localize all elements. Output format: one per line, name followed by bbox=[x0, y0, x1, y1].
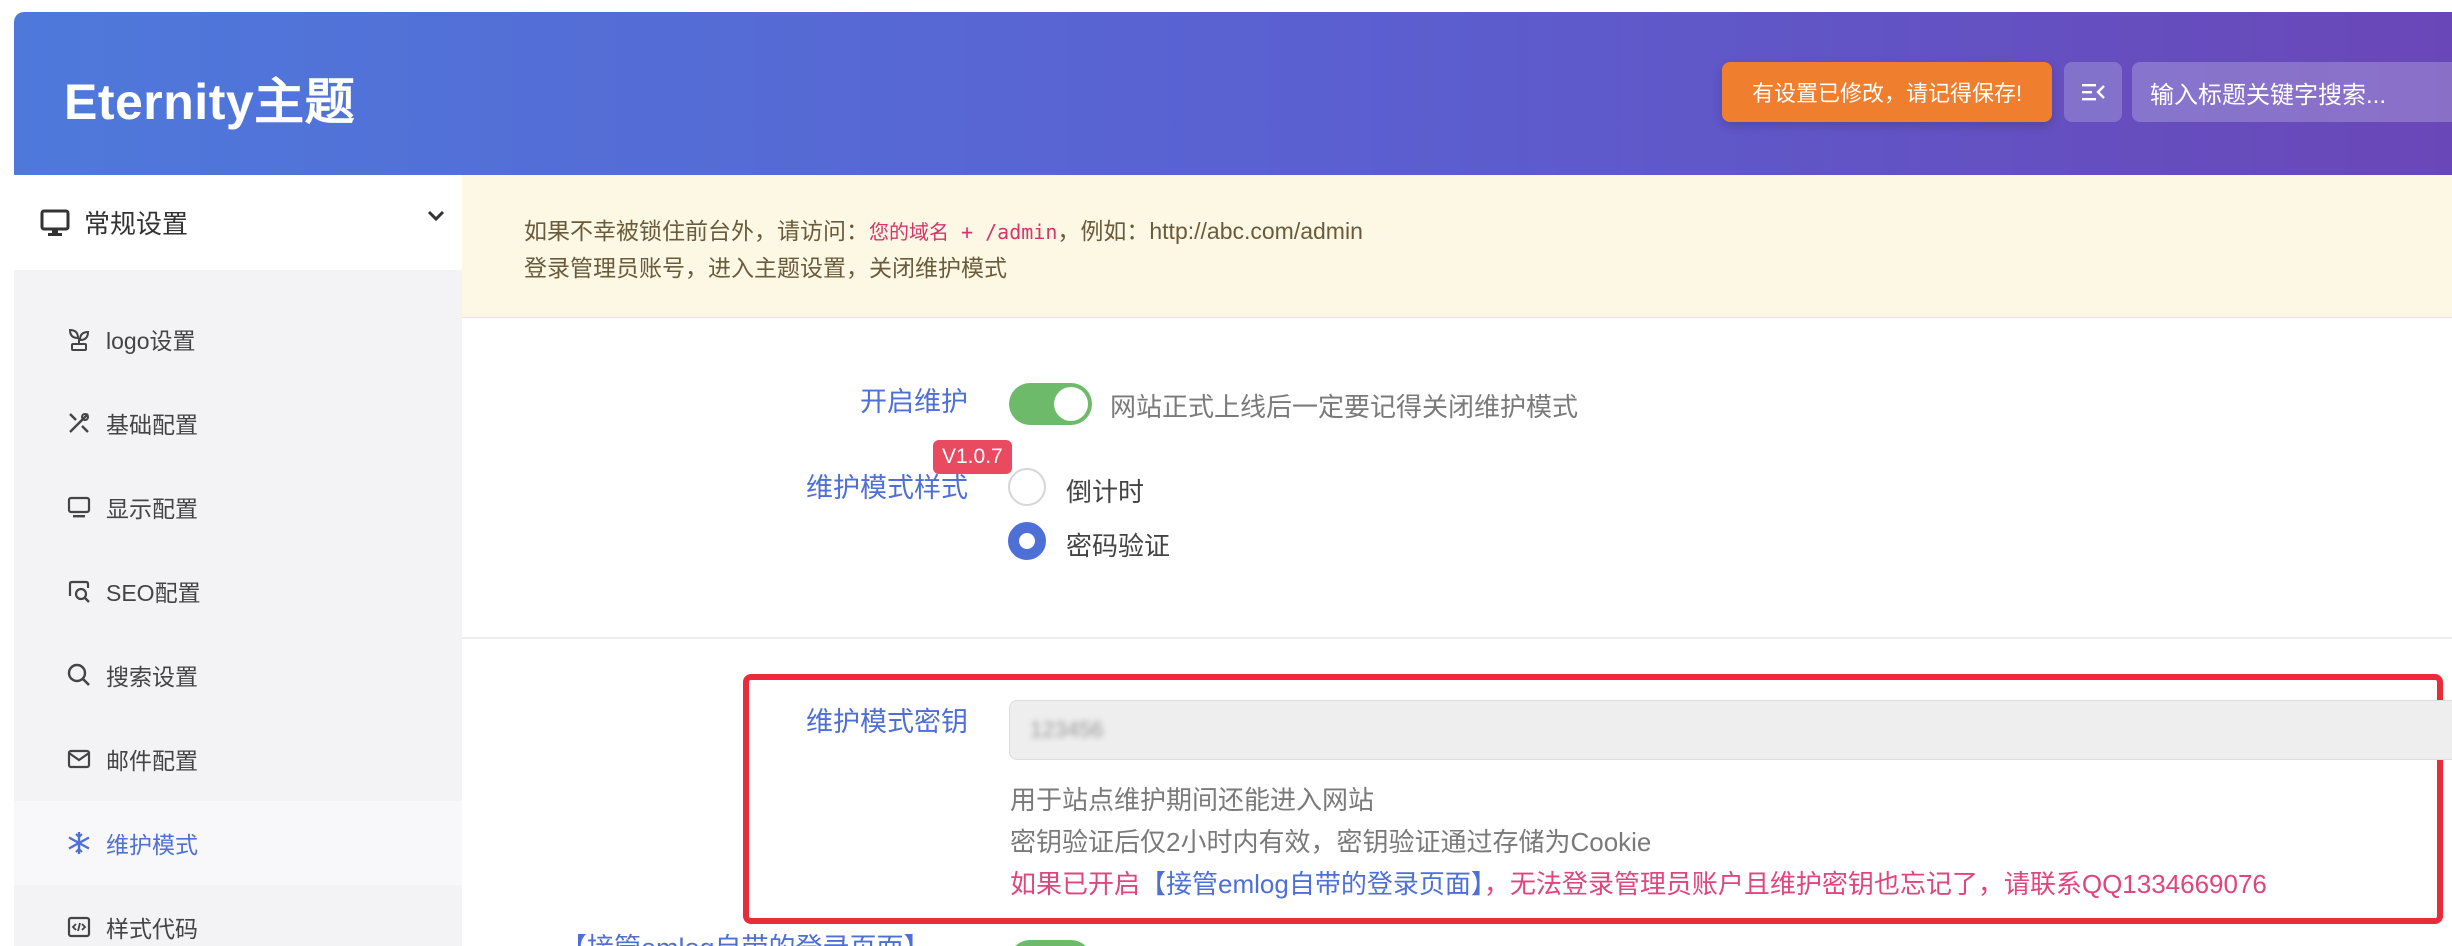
monitor-icon bbox=[40, 209, 70, 236]
sidebar-item-label: 搜索设置 bbox=[106, 664, 198, 690]
key-help-2: 密钥验证后仅2小时内有效，密钥验证通过存储为Cookie bbox=[1010, 827, 1652, 857]
sidebar-item-search[interactable]: 搜索设置 bbox=[14, 633, 462, 717]
menu-toggle-button[interactable] bbox=[2064, 62, 2122, 122]
section-divider bbox=[462, 637, 2452, 639]
warning-text: 如果已开启 bbox=[1010, 869, 1141, 899]
version-badge: V1.0.7 bbox=[933, 440, 1012, 474]
maintenance-key-label: 维护模式密钥 bbox=[806, 707, 968, 737]
sidebar-item-style-code[interactable]: 样式代码 bbox=[14, 885, 462, 946]
save-reminder-button[interactable]: 有设置已修改，请记得保存! bbox=[1722, 62, 2052, 122]
notice-line-1: 如果不幸被锁住前台外，请访问：您的域名 + /admin，例如：http://a… bbox=[524, 213, 2452, 250]
enable-maintenance-toggle[interactable] bbox=[1009, 383, 1092, 425]
enable-maintenance-desc: 网站正式上线后一定要记得关闭维护模式 bbox=[1110, 392, 1579, 422]
maintenance-key-input[interactable]: 123456 bbox=[1009, 700, 2452, 760]
sidebar-item-display[interactable]: 显示配置 bbox=[14, 465, 462, 549]
sidebar-item-seo[interactable]: SEO配置 bbox=[14, 549, 462, 633]
takeover-login-toggle[interactable] bbox=[1009, 940, 1092, 946]
monitor-icon bbox=[64, 492, 94, 522]
lockout-notice: 如果不幸被锁住前台外，请访问：您的域名 + /admin，例如：http://a… bbox=[462, 175, 2452, 318]
key-warning: 如果已开启【接管emlog自带的登录页面】，无法登录管理员账户且维护密钥也忘记了… bbox=[1010, 864, 2267, 901]
takeover-login-label: 【接管emlog自带的登录页面】 bbox=[560, 926, 931, 946]
notice-text: ，例如：http://abc.com/admin bbox=[1057, 218, 1363, 244]
sidebar-item-label: 样式代码 bbox=[106, 916, 198, 942]
sidebar-item-mail[interactable]: 邮件配置 bbox=[14, 717, 462, 801]
sidebar-item-label: SEO配置 bbox=[106, 580, 201, 606]
seo-icon bbox=[64, 576, 94, 606]
sidebar-item-maintenance[interactable]: 维护模式 bbox=[14, 801, 462, 885]
sidebar-item-logo[interactable]: logo设置 bbox=[14, 297, 462, 381]
sidebar-item-label: 邮件配置 bbox=[106, 748, 198, 774]
toggle-knob bbox=[1054, 387, 1088, 421]
key-help-1: 用于站点维护期间还能进入网站 bbox=[1010, 785, 1375, 815]
enable-maintenance-label: 开启维护 bbox=[860, 387, 968, 417]
radio-countdown-label[interactable]: 倒计时 bbox=[1066, 472, 1144, 509]
menu-icon bbox=[2082, 84, 2105, 101]
sidebar: 常规设置 logo设置 基础配置 显示配置 SEO配置 搜索设置 邮件配置 维护… bbox=[14, 175, 462, 946]
warning-text: ，无法登录管理员账户且维护密钥也忘记了，请联系QQ1334669076 bbox=[1483, 869, 2267, 899]
tools-icon bbox=[64, 408, 94, 438]
chevron-down-icon bbox=[427, 210, 445, 222]
sidebar-item-label: 基础配置 bbox=[106, 412, 198, 438]
snowflake-icon bbox=[64, 828, 94, 858]
notice-code: 您的域名 + /admin bbox=[869, 220, 1058, 244]
search-input[interactable]: 输入标题关键字搜索... bbox=[2132, 62, 2452, 122]
sidebar-item-label: logo设置 bbox=[106, 328, 196, 354]
search-icon bbox=[64, 660, 94, 690]
notice-line-2: 登录管理员账号，进入主题设置，关闭维护模式 bbox=[524, 255, 1007, 281]
sidebar-item-basic[interactable]: 基础配置 bbox=[14, 381, 462, 465]
radio-countdown[interactable] bbox=[1008, 468, 1046, 506]
mail-icon bbox=[64, 744, 94, 774]
code-icon bbox=[64, 912, 94, 942]
maintenance-key-value: 123456 bbox=[1030, 717, 1104, 742]
sidebar-item-label: 显示配置 bbox=[106, 496, 198, 522]
radio-password-label[interactable]: 密码验证 bbox=[1066, 526, 1170, 563]
top-header: Eternity主题 有设置已修改，请记得保存! 输入标题关键字搜索... bbox=[14, 12, 2452, 175]
sidebar-group-label: 常规设置 bbox=[84, 209, 189, 239]
sprout-icon bbox=[64, 324, 94, 354]
radio-password[interactable] bbox=[1008, 522, 1046, 560]
app-root: Eternity主题 有设置已修改，请记得保存! 输入标题关键字搜索... 常规… bbox=[0, 0, 2452, 946]
brand-title: Eternity主题 bbox=[64, 74, 356, 130]
takeover-login-link[interactable]: 【接管emlog自带的登录页面】 bbox=[1140, 869, 1484, 899]
maintenance-mode-label: 维护模式样式 bbox=[806, 473, 968, 503]
sidebar-group-general[interactable]: 常规设置 bbox=[14, 175, 462, 270]
sidebar-item-label: 维护模式 bbox=[106, 832, 198, 858]
notice-text: 如果不幸被锁住前台外，请访问： bbox=[524, 218, 869, 244]
